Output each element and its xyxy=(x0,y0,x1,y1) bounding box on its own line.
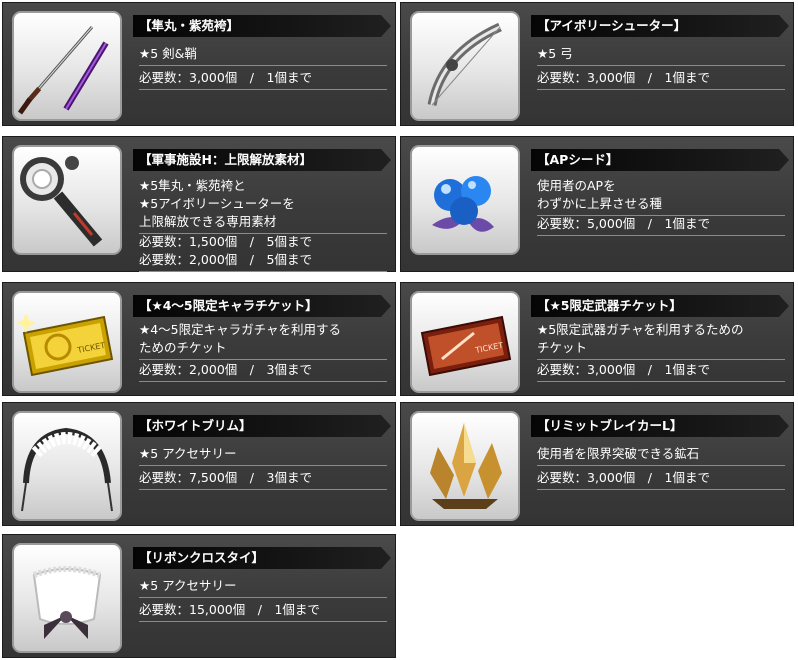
item-title-bar: 【ホワイトブリム】 xyxy=(133,415,391,437)
description-line: 使用者を限界突破できる鉱石 xyxy=(537,446,700,461)
item-requirement: 必要数：3,000個 / 1個まで xyxy=(537,361,785,382)
description-line: ★5 剣&鞘 xyxy=(139,46,197,61)
item-card-ivory-shooter[interactable]: 【アイボリーシューター】 ★5 弓 必要数：3,000個 / 1個まで xyxy=(400,2,794,126)
description-line: ★5 アクセサリー xyxy=(139,578,237,593)
item-card-ap-seed[interactable]: 【APシード】 使用者のAPを わずかに上昇させる種 必要数：5,000個 / … xyxy=(400,136,794,272)
item-thumbnail xyxy=(410,411,520,521)
item-description: ★5 剣&鞘 xyxy=(139,45,387,66)
katana-icon xyxy=(17,26,109,115)
description-line: ためのチケット xyxy=(139,340,227,355)
ribbon-tie-icon xyxy=(32,566,102,639)
item-requirement: 必要数：15,000個 / 1個まで xyxy=(139,601,387,622)
requirement-line: 必要数：3,000個 / 1個まで xyxy=(537,470,710,485)
requirement-line: 必要数：5,000個 / 1個まで xyxy=(537,216,710,231)
item-description: 使用者を限界突破できる鉱石 xyxy=(537,445,785,466)
item-thumbnail xyxy=(12,543,122,653)
item-thumbnail xyxy=(12,411,122,521)
searchlight-icon xyxy=(20,156,103,247)
item-description: ★4～5限定キャラガチャを利用する ためのチケット xyxy=(139,321,387,360)
item-title-bar: 【軍事施設H：上限解放素材】 xyxy=(133,149,391,171)
description-line: チケット xyxy=(537,340,588,355)
item-title: 【★5限定武器チケット】 xyxy=(537,298,682,313)
item-card-weapon-ticket[interactable]: TICKET 【★5限定武器チケット】 ★5限定武器ガチャを利用するための チケ… xyxy=(400,282,794,396)
item-thumbnail xyxy=(410,145,520,255)
requirement-line: 必要数：15,000個 / 1個まで xyxy=(139,602,320,617)
item-requirement: 必要数：3,000個 / 1個まで xyxy=(537,69,785,90)
item-description: 使用者のAPを わずかに上昇させる種 xyxy=(537,177,785,216)
gold-ticket-icon: TICKET xyxy=(16,313,114,377)
item-title-bar: 【★4～5限定キャラチケット】 xyxy=(133,295,391,317)
item-card-ribbon-cross-tie[interactable]: 【リボンクロスタイ】 ★5 アクセサリー 必要数：15,000個 / 1個まで xyxy=(2,534,396,658)
description-line: ★5アイボリーシューターを xyxy=(139,196,295,211)
item-title: 【リボンクロスタイ】 xyxy=(139,550,265,565)
item-card-hayabusamaru[interactable]: 【隼丸・紫苑袴】 ★5 剣&鞘 必要数：3,000個 / 1個まで xyxy=(2,2,396,126)
item-requirement: 必要数：5,000個 / 1個まで xyxy=(537,215,785,236)
description-line: ★5限定武器ガチャを利用するための xyxy=(537,322,744,337)
blue-seed-icon xyxy=(432,176,494,232)
item-thumbnail xyxy=(12,11,122,121)
requirement-line: 必要数：3,000個 / 1個まで xyxy=(139,70,312,85)
crystal-ore-icon xyxy=(430,423,502,509)
item-requirement: 必要数：3,000個 / 1個まで xyxy=(139,69,387,90)
item-title: 【APシード】 xyxy=(537,152,619,167)
bow-icon xyxy=(427,22,502,106)
description-line: ★5 アクセサリー xyxy=(139,446,237,461)
description-line: ★4～5限定キャラガチャを利用する xyxy=(139,322,341,337)
requirement-line: 必要数：7,500個 / 3個まで xyxy=(139,470,312,485)
item-title: 【アイボリーシューター】 xyxy=(537,18,687,33)
item-title: 【ホワイトブリム】 xyxy=(139,418,252,433)
item-title: 【隼丸・紫苑袴】 xyxy=(139,18,240,33)
requirement-line: 必要数：3,000個 / 1個まで xyxy=(537,362,710,377)
item-title-bar: 【アイボリーシューター】 xyxy=(531,15,789,37)
item-requirement: 必要数：2,000個 / 3個まで xyxy=(139,361,387,382)
description-line: ★5隼丸・紫苑袴と xyxy=(139,178,246,193)
item-title: 【軍事施設H：上限解放素材】 xyxy=(139,152,312,167)
description-line: 使用者のAPを xyxy=(537,178,616,193)
item-thumbnail xyxy=(12,145,122,255)
item-card-military-facility-material[interactable]: 【軍事施設H：上限解放素材】 ★5隼丸・紫苑袴と ★5アイボリーシューターを 上… xyxy=(2,136,396,272)
item-description: ★5限定武器ガチャを利用するための チケット xyxy=(537,321,785,360)
item-description: ★5 アクセサリー xyxy=(139,577,387,598)
item-title-bar: 【APシード】 xyxy=(531,149,789,171)
item-title-bar: 【リボンクロスタイ】 xyxy=(133,547,391,569)
description-line: わずかに上昇させる種 xyxy=(537,196,663,211)
item-requirement: 必要数：3,000個 / 1個まで xyxy=(537,469,785,490)
requirement-line: 必要数：2,000個 / 5個まで xyxy=(139,252,312,267)
description-line: ★5 弓 xyxy=(537,46,573,61)
requirement-line: 必要数：2,000個 / 3個まで xyxy=(139,362,312,377)
item-thumbnail xyxy=(410,11,520,121)
item-requirement: 必要数：1,500個 / 5個まで 必要数：2,000個 / 5個まで xyxy=(139,233,387,272)
requirement-line: 必要数：1,500個 / 5個まで xyxy=(139,234,312,249)
item-title: 【★4～5限定キャラチケット】 xyxy=(139,298,318,313)
item-title: 【リミットブレイカーL】 xyxy=(537,418,683,433)
item-description: ★5 アクセサリー xyxy=(139,445,387,466)
item-card-chara-ticket[interactable]: TICKET 【★4～5限定キャラチケット】 ★4～5限定キャラガチャを利用する… xyxy=(2,282,396,396)
red-ticket-icon: TICKET xyxy=(420,315,512,377)
item-title-bar: 【隼丸・紫苑袴】 xyxy=(133,15,391,37)
requirement-line: 必要数：3,000個 / 1個まで xyxy=(537,70,710,85)
item-card-white-brim[interactable]: 【ホワイトブリム】 ★5 アクセサリー 必要数：7,500個 / 3個まで xyxy=(2,402,396,526)
item-thumbnail: TICKET xyxy=(12,291,122,393)
item-requirement: 必要数：7,500個 / 3個まで xyxy=(139,469,387,490)
item-title-bar: 【リミットブレイカーL】 xyxy=(531,415,789,437)
item-description: ★5隼丸・紫苑袴と ★5アイボリーシューターを 上限解放できる専用素材 xyxy=(139,177,387,234)
item-card-limit-breaker[interactable]: 【リミットブレイカーL】 使用者を限界突破できる鉱石 必要数：3,000個 / … xyxy=(400,402,794,526)
item-title-bar: 【★5限定武器チケット】 xyxy=(531,295,789,317)
description-line: 上限解放できる専用素材 xyxy=(139,214,277,229)
item-description: ★5 弓 xyxy=(537,45,785,66)
item-thumbnail: TICKET xyxy=(410,291,520,393)
maid-headband-icon xyxy=(21,427,113,512)
